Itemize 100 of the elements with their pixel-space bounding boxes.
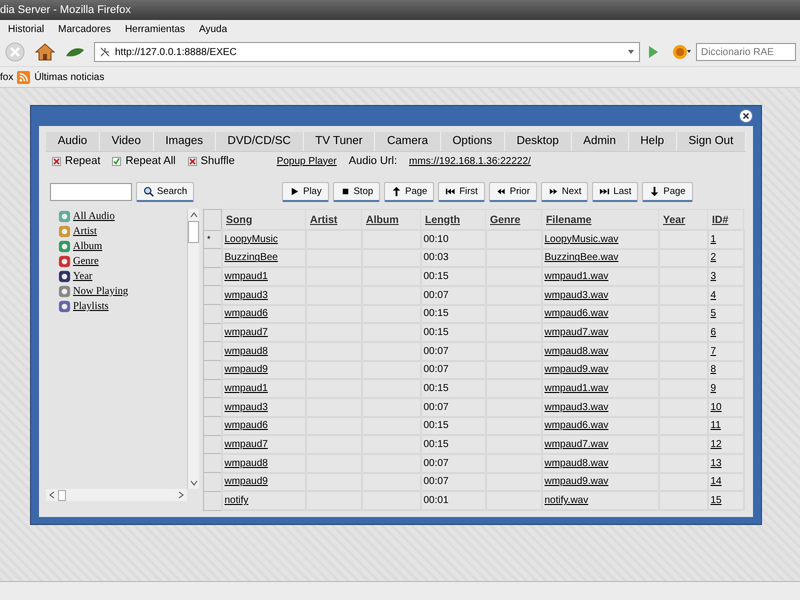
length-cell: 00:10 (424, 234, 449, 245)
checkbox[interactable] (188, 156, 197, 166)
length-cell: 00:07 (424, 290, 449, 301)
tab[interactable]: Options (440, 132, 505, 151)
toolbar-button[interactable]: First (438, 182, 485, 202)
address-field[interactable]: http://127.0.0.1:8888/EXEC (94, 42, 640, 62)
vertical-scrollbar[interactable] (187, 209, 199, 489)
id-link[interactable]: 11 (710, 420, 721, 432)
window-title: dia Server - Mozilla Firefox (0, 4, 131, 16)
length-cell: 00:07 (424, 346, 449, 357)
checkbox[interactable] (52, 156, 61, 166)
feed-icon (17, 70, 30, 84)
current-row-marker: * (207, 234, 211, 244)
tree-item[interactable]: Genre (73, 256, 99, 267)
tab[interactable]: Admin (572, 132, 629, 151)
scroll-right-icon[interactable] (177, 491, 185, 499)
id-link[interactable]: 7 (710, 346, 716, 357)
scroll-left-icon[interactable] (48, 491, 56, 499)
checkbox-label: Repeat All (125, 155, 176, 167)
toolbar-button[interactable]: Page (384, 182, 434, 202)
length-cell: 00:07 (424, 476, 449, 488)
scroll-thumb[interactable] (188, 221, 199, 243)
tab[interactable]: Audio (46, 132, 100, 151)
checkbox[interactable] (112, 156, 122, 166)
scroll-down-icon[interactable] (190, 479, 198, 487)
home-icon[interactable] (34, 41, 56, 63)
skip-forward-icon (599, 186, 610, 197)
scroll-thumb[interactable] (58, 490, 66, 500)
bookmark-link[interactable]: fox (0, 72, 14, 82)
up-arrow-icon (391, 186, 402, 197)
popup-player-link[interactable]: Popup Player (276, 156, 337, 166)
scroll-up-icon[interactable] (190, 211, 198, 219)
length-cell: 00:15 (424, 439, 449, 450)
id-link[interactable]: 15 (710, 495, 722, 506)
length-cell: 00:07 (424, 458, 449, 469)
length-cell: 00:15 (424, 308, 449, 320)
tab[interactable]: DVD/CD/SC (216, 132, 304, 151)
length-cell: 00:01 (424, 495, 449, 506)
toolbar-button[interactable]: Page (642, 182, 693, 202)
audio-url-link[interactable]: mms://192.168.1.36:22222/ (409, 156, 531, 166)
id-link[interactable]: 1 (710, 234, 716, 245)
tab[interactable]: Camera (375, 132, 441, 151)
search-engine-icon[interactable] (672, 44, 692, 60)
length-cell: 00:07 (424, 402, 449, 413)
menu-item[interactable]: Herramientas (124, 24, 185, 34)
fast-forward-icon (548, 186, 559, 197)
tree-item[interactable]: Album (73, 241, 102, 252)
down-arrow-icon (649, 186, 660, 197)
tab[interactable]: TV Tuner (304, 132, 376, 151)
search-field[interactable]: Diccionario RAE (696, 43, 796, 61)
horizontal-scrollbar[interactable] (46, 489, 187, 501)
column-header[interactable]: Song (226, 214, 252, 226)
dropdown-arrow-icon[interactable] (627, 48, 635, 56)
id-link[interactable]: 9 (710, 383, 716, 394)
id-link[interactable]: 2 (710, 252, 716, 264)
tab[interactable]: Sign Out (676, 132, 746, 151)
play-icon (289, 186, 300, 197)
category-icon (58, 270, 71, 283)
length-cell: 00:15 (424, 383, 449, 394)
category-icon (58, 300, 71, 313)
toolbar-button[interactable]: Stop (332, 182, 380, 202)
rewind-icon (496, 186, 507, 197)
toolbar-button[interactable]: Play (282, 182, 329, 202)
length-cell: 00:15 (424, 327, 449, 338)
menu-item[interactable]: Ayuda (198, 24, 228, 34)
category-icon (58, 255, 71, 268)
close-icon[interactable] (739, 109, 753, 123)
menu-item[interactable]: Marcadores (58, 24, 111, 34)
toolbar-button[interactable]: Prior (488, 182, 537, 202)
tree-item[interactable]: Now Playing (73, 286, 128, 297)
search-input[interactable] (50, 183, 132, 201)
bookmark-link[interactable]: Últimas noticias (34, 72, 104, 82)
tab[interactable]: Images (154, 132, 216, 151)
tab[interactable]: Video (100, 132, 154, 151)
search-button[interactable]: Search (136, 182, 194, 202)
id-link[interactable]: 10 (710, 402, 722, 413)
length-cell: 00:15 (424, 420, 449, 432)
menu-item[interactable]: Historial (8, 24, 44, 34)
length-cell: 00:03 (424, 252, 449, 264)
id-link[interactable]: 12 (710, 439, 722, 450)
id-link[interactable]: 4 (710, 290, 716, 301)
toolbar-button[interactable]: Last (592, 182, 638, 202)
id-link[interactable]: 5 (710, 308, 716, 320)
id-link[interactable]: 8 (710, 364, 716, 376)
toolbar-button[interactable]: Next (540, 182, 588, 202)
id-link[interactable]: 3 (710, 271, 716, 282)
tree-item[interactable]: Year (73, 271, 92, 282)
category-icon (58, 285, 71, 298)
id-link[interactable]: 6 (710, 327, 716, 338)
skip-back-icon (445, 186, 456, 197)
id-link[interactable]: 14 (710, 476, 722, 488)
tab[interactable]: Desktop (504, 132, 572, 151)
tab[interactable]: Help (628, 132, 677, 151)
id-link[interactable]: 13 (710, 458, 722, 469)
audio-url-label: Audio Url: (348, 155, 398, 167)
tree-item[interactable]: All Audio (73, 211, 115, 222)
tree-item[interactable]: Playlists (73, 301, 109, 312)
song-link[interactable]: notify (224, 495, 248, 506)
category-icon (58, 225, 71, 238)
tree-item[interactable]: Artist (73, 226, 97, 237)
